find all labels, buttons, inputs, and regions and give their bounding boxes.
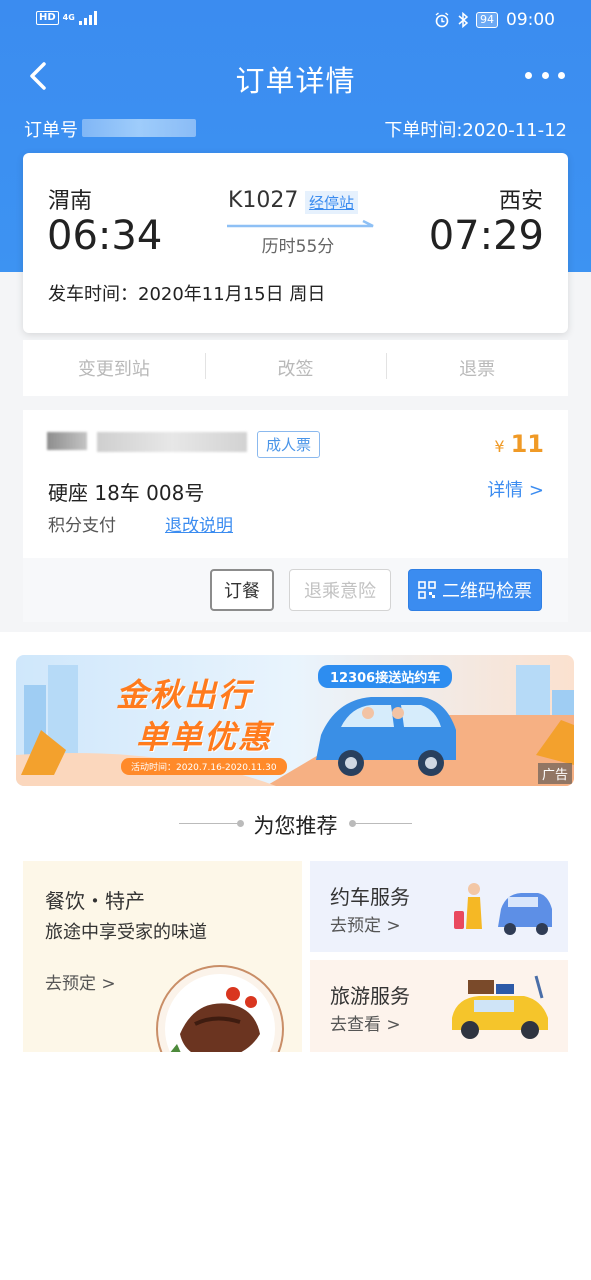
payment-method: 积分支付 <box>48 516 116 536</box>
battery-icon: 94 <box>476 12 498 28</box>
recommend-heading: 为您推荐 <box>253 814 338 838</box>
order-info: 订单号 下单时间:2020-11-12 <box>24 116 567 141</box>
tour-service-illustration <box>452 975 548 1039</box>
arrival-time: 07:29 <box>428 213 544 259</box>
refund-button[interactable]: 退票 <box>386 353 568 381</box>
refund-rules-link[interactable]: 退改说明 <box>165 511 233 536</box>
passenger-id-redacted <box>97 432 247 452</box>
hd-indicator: HD <box>36 11 59 25</box>
status-bar: HD 4G 94 09:00 <box>0 0 591 40</box>
food-book-link[interactable]: 去预定 > <box>45 969 116 994</box>
food-title: 餐饮・特产 <box>45 889 145 913</box>
clock: 09:00 <box>506 10 555 30</box>
ticket-card: 渭南 06:34 K1027 经停站 历时55分 西安 07:29 发车时间：2… <box>23 153 568 333</box>
food-subtitle: 旅途中享受家的味道 <box>45 922 207 943</box>
status-left: HD 4G <box>36 11 97 25</box>
currency-symbol: ¥ <box>494 437 505 456</box>
ticket-type-badge: 成人票 <box>257 431 321 458</box>
travel-duration: 历时55分 <box>261 237 335 257</box>
tour-service-card[interactable]: 旅游服务 去查看 > <box>310 960 568 1052</box>
status-right: 94 09:00 <box>434 10 555 30</box>
qr-code-icon <box>418 581 436 599</box>
insurance-button[interactable]: 退乘意险 <box>289 569 391 611</box>
heading-divider-right <box>352 823 412 824</box>
direction-arrow-icon <box>227 219 374 228</box>
insurance-label: 退乘意险 <box>304 581 376 602</box>
qr-check-button[interactable]: 二维码检票 <box>408 569 542 611</box>
departure-time: 06:34 <box>47 213 163 259</box>
order-number-label: 订单号 <box>24 120 78 141</box>
change-station-button[interactable]: 变更到站 <box>23 355 205 381</box>
ticket-price: ¥11 <box>494 430 544 458</box>
car-service-illustration <box>454 883 552 935</box>
ticket-detail-link[interactable]: 详情 > <box>487 476 544 502</box>
alarm-icon <box>435 12 449 28</box>
banner-tag: 12306接送站约车 <box>318 665 453 688</box>
tour-service-title: 旅游服务 <box>330 984 410 1008</box>
banner-illustration <box>16 665 574 786</box>
order-meal-button[interactable]: 订餐 <box>210 569 274 611</box>
banner-title-line2: 单单优惠 <box>136 718 273 756</box>
promo-banner[interactable]: 金秋出行 单单优惠 活动时间：2020.7.16-2020.11.30 1230… <box>16 655 574 786</box>
food-recommend-card[interactable]: 餐饮・特产 旅途中享受家的味道 去预定 > <box>23 861 302 1052</box>
passenger-name-redacted <box>47 432 87 450</box>
nav-bar: 订单详情 <box>0 50 591 104</box>
car-service-card[interactable]: 约车服务 去预定 > <box>310 861 568 952</box>
signal-icon <box>78 11 97 25</box>
reschedule-button[interactable]: 改签 <box>204 353 387 381</box>
service-buttons: 订餐 退乘意险 二维码检票 <box>23 558 568 622</box>
banner-date: 活动时间：2020.7.16-2020.11.30 <box>121 758 287 775</box>
bluetooth-icon <box>458 12 468 28</box>
ticket-actions: 变更到站 改签 退票 <box>23 340 568 396</box>
departure-station: 渭南 <box>48 189 93 214</box>
page-title: 订单详情 <box>235 64 356 98</box>
ad-label: 广告 <box>537 763 572 784</box>
order-meal-label: 订餐 <box>224 581 260 602</box>
food-plate-image <box>156 965 284 1052</box>
seat-info: 硬座 18车 008号 <box>48 481 205 505</box>
network-type: 4G <box>62 13 75 22</box>
passenger-card: 成人票 ¥11 硬座 18车 008号 详情 > 积分支付 退改说明 <box>23 410 568 558</box>
train-number: K1027 <box>228 188 299 213</box>
price-value: 11 <box>510 430 544 458</box>
arrival-station: 西安 <box>498 189 543 214</box>
banner-title-line1: 金秋出行 <box>116 676 253 714</box>
more-icon[interactable] <box>525 64 565 86</box>
car-service-title: 约车服务 <box>330 885 410 909</box>
stops-link[interactable]: 经停站 <box>305 191 359 214</box>
tour-service-link[interactable]: 去查看 > <box>330 1010 401 1035</box>
order-time: 下单时间:2020-11-12 <box>384 120 567 141</box>
qr-check-label: 二维码检票 <box>442 581 532 602</box>
car-service-link[interactable]: 去预定 > <box>330 911 401 936</box>
order-number-redacted <box>82 119 196 137</box>
departure-date: 发车时间：2020年11月15日 周日 <box>48 284 326 305</box>
